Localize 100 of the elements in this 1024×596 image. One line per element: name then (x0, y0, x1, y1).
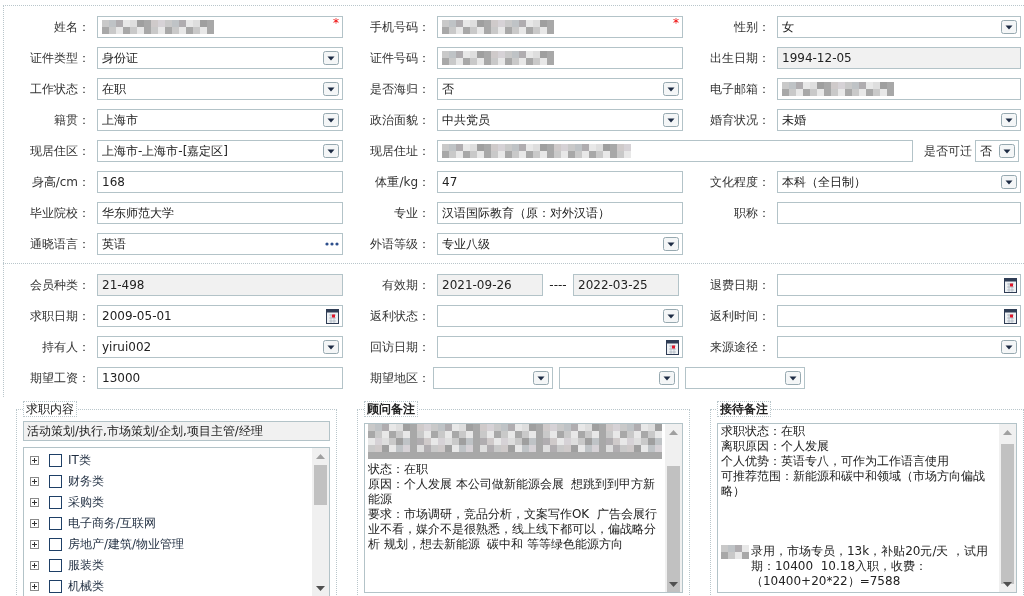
checkbox[interactable] (49, 496, 62, 509)
checkbox[interactable] (49, 454, 62, 467)
dropdown-field[interactable] (433, 367, 553, 389)
expand-icon[interactable] (30, 477, 39, 486)
note-text: 录用，市场专员，13k，补贴20元/天 ，试用期：10400 10.18入职，收费：（10400+20*22）=7588 (750, 544, 990, 589)
required-mark: * (333, 17, 339, 29)
dropdown-button[interactable] (785, 371, 801, 385)
dropdown-field[interactable]: yirui002 (97, 336, 343, 358)
dropdown-button[interactable] (323, 51, 339, 65)
expand-icon[interactable] (30, 519, 39, 528)
expand-icon[interactable] (30, 498, 39, 507)
dropdown-field[interactable]: 身份证 (97, 47, 343, 69)
dropdown-field[interactable]: 中共党员 (437, 109, 683, 131)
category-label[interactable]: 机械类 (68, 578, 104, 595)
dropdown-field[interactable]: 专业八级 (437, 233, 683, 255)
note-text: 求职状态：在职 (720, 424, 806, 439)
dropdown-button[interactable] (323, 144, 339, 158)
input-field[interactable] (437, 47, 683, 69)
dropdown-field[interactable] (777, 336, 1021, 358)
dropdown-button[interactable] (999, 144, 1015, 158)
scrollbar[interactable] (664, 424, 682, 592)
date-field[interactable] (777, 274, 1021, 296)
calendar-icon[interactable] (1004, 308, 1017, 324)
notes-textarea[interactable]: 状态：在职 原因：个人发展 本公司做新能源会展 想跳到到甲方新能源 要求：市场调研，竞品分析，文案写作OK 广告会展行业不看，媒介不是很熟悉，线上线下都可以，偏战略分析 规划，想去新能源 碳中和 等等绿色能源方向 (363, 423, 683, 593)
scroll-down-icon[interactable] (668, 582, 678, 587)
calendar-icon[interactable] (666, 339, 679, 355)
calendar-icon[interactable] (1004, 277, 1017, 293)
dropdown-button[interactable] (1001, 20, 1017, 34)
dropdown-field[interactable]: 女 (777, 16, 1021, 38)
checkbox[interactable] (49, 475, 62, 488)
dropdown-field[interactable]: 上海市-上海市-[嘉定区] (97, 140, 343, 162)
scrollbar-thumb[interactable] (313, 465, 327, 505)
input-field[interactable]: 1994-12-05 (777, 47, 1021, 69)
dropdown-field[interactable] (559, 367, 679, 389)
field-label: 会员种类： (30, 276, 90, 294)
input-field[interactable]: 47 (437, 171, 683, 193)
expand-icon[interactable] (30, 561, 39, 570)
dropdown-field[interactable] (685, 367, 805, 389)
scroll-down-icon[interactable] (1003, 582, 1012, 587)
dropdown-button[interactable] (323, 113, 339, 127)
dropdown-button[interactable] (323, 82, 339, 96)
field-label: 来源途径： (710, 338, 770, 356)
input-field[interactable]: 168 (97, 171, 343, 193)
more-icon[interactable] (325, 242, 339, 246)
dropdown-button[interactable] (659, 371, 675, 385)
dropdown-button[interactable] (323, 340, 339, 354)
input-field[interactable]: * (97, 16, 343, 38)
dropdown-button[interactable] (663, 237, 679, 251)
category-label[interactable]: 服装类 (68, 557, 104, 574)
input-field[interactable]: 21-498 (97, 274, 343, 296)
input-field[interactable]: 13000 (97, 367, 343, 389)
selected-summary-field[interactable]: 活动策划/执行,市场策划/企划,项目主管/经理 (23, 421, 330, 441)
category-label[interactable]: 财务类 (68, 473, 104, 490)
dropdown-button[interactable] (1001, 175, 1017, 189)
dropdown-button[interactable] (1001, 340, 1017, 354)
expand-icon[interactable] (30, 582, 39, 591)
scrollbar-thumb[interactable] (1001, 444, 1014, 584)
dropdown-button[interactable] (663, 82, 679, 96)
category-label[interactable]: IT类 (68, 452, 91, 469)
date-field[interactable]: 2009-05-01 (97, 305, 343, 327)
dropdown-field[interactable]: 未婚 (777, 109, 1021, 131)
input-field[interactable] (437, 140, 913, 162)
checkbox[interactable] (49, 517, 62, 530)
expand-icon[interactable] (30, 540, 39, 549)
input-field[interactable]: 华东师范大学 (97, 202, 343, 224)
field-label: 回访日期： (370, 338, 430, 356)
scrollbar[interactable] (999, 424, 1016, 592)
dropdown-field[interactable]: 否 (437, 78, 683, 100)
input-field[interactable]: 2021-09-26 (437, 274, 543, 296)
date-field[interactable] (437, 336, 683, 358)
dropdown-button[interactable] (663, 113, 679, 127)
dropdown-field[interactable] (437, 305, 683, 327)
expand-icon[interactable] (30, 456, 39, 465)
checkbox[interactable] (49, 559, 62, 572)
dropdown-field[interactable]: 否 (975, 140, 1019, 162)
checkbox[interactable] (49, 580, 62, 593)
input-field[interactable]: * (437, 16, 683, 38)
dropdown-button[interactable] (663, 309, 679, 323)
category-label[interactable]: 采购类 (68, 494, 104, 511)
scrollbar-thumb[interactable] (666, 466, 680, 592)
category-label[interactable]: 电子商务/互联网 (68, 515, 157, 532)
dropdown-field[interactable]: 在职 (97, 78, 343, 100)
lookup-field[interactable]: 英语 (97, 233, 343, 255)
input-field[interactable]: 汉语国际教育（原：对外汉语） (437, 202, 683, 224)
field-label: 出生日期： (710, 49, 770, 67)
date-field[interactable] (777, 305, 1021, 327)
dropdown-button[interactable] (1001, 113, 1017, 127)
calendar-icon[interactable] (326, 308, 339, 324)
notes-textarea[interactable]: 求职状态：在职 离职原因：个人发展 个人优势：英语专八，可作为工作语言使用 可推荐范围：新能源和碳中和领域（市场方向偏战略） 录用，市场专员，13k，补贴20元/天 ，试用期：10400 10.18入职，收费：（10400+20*22）=7588 (716, 423, 1017, 593)
input-field[interactable]: 2022-03-25 (573, 274, 679, 296)
range-separator: ---- (548, 278, 568, 292)
dropdown-field[interactable]: 上海市 (97, 109, 343, 131)
dropdown-button[interactable] (533, 371, 549, 385)
dropdown-field[interactable]: 本科（全日制） (777, 171, 1021, 193)
checkbox[interactable] (49, 538, 62, 551)
scrollbar[interactable] (311, 448, 329, 596)
scroll-down-icon[interactable] (315, 586, 325, 591)
input-field[interactable] (777, 202, 1021, 224)
category-label[interactable]: 房地产/建筑/物业管理 (68, 536, 185, 553)
input-field[interactable] (777, 78, 1021, 100)
